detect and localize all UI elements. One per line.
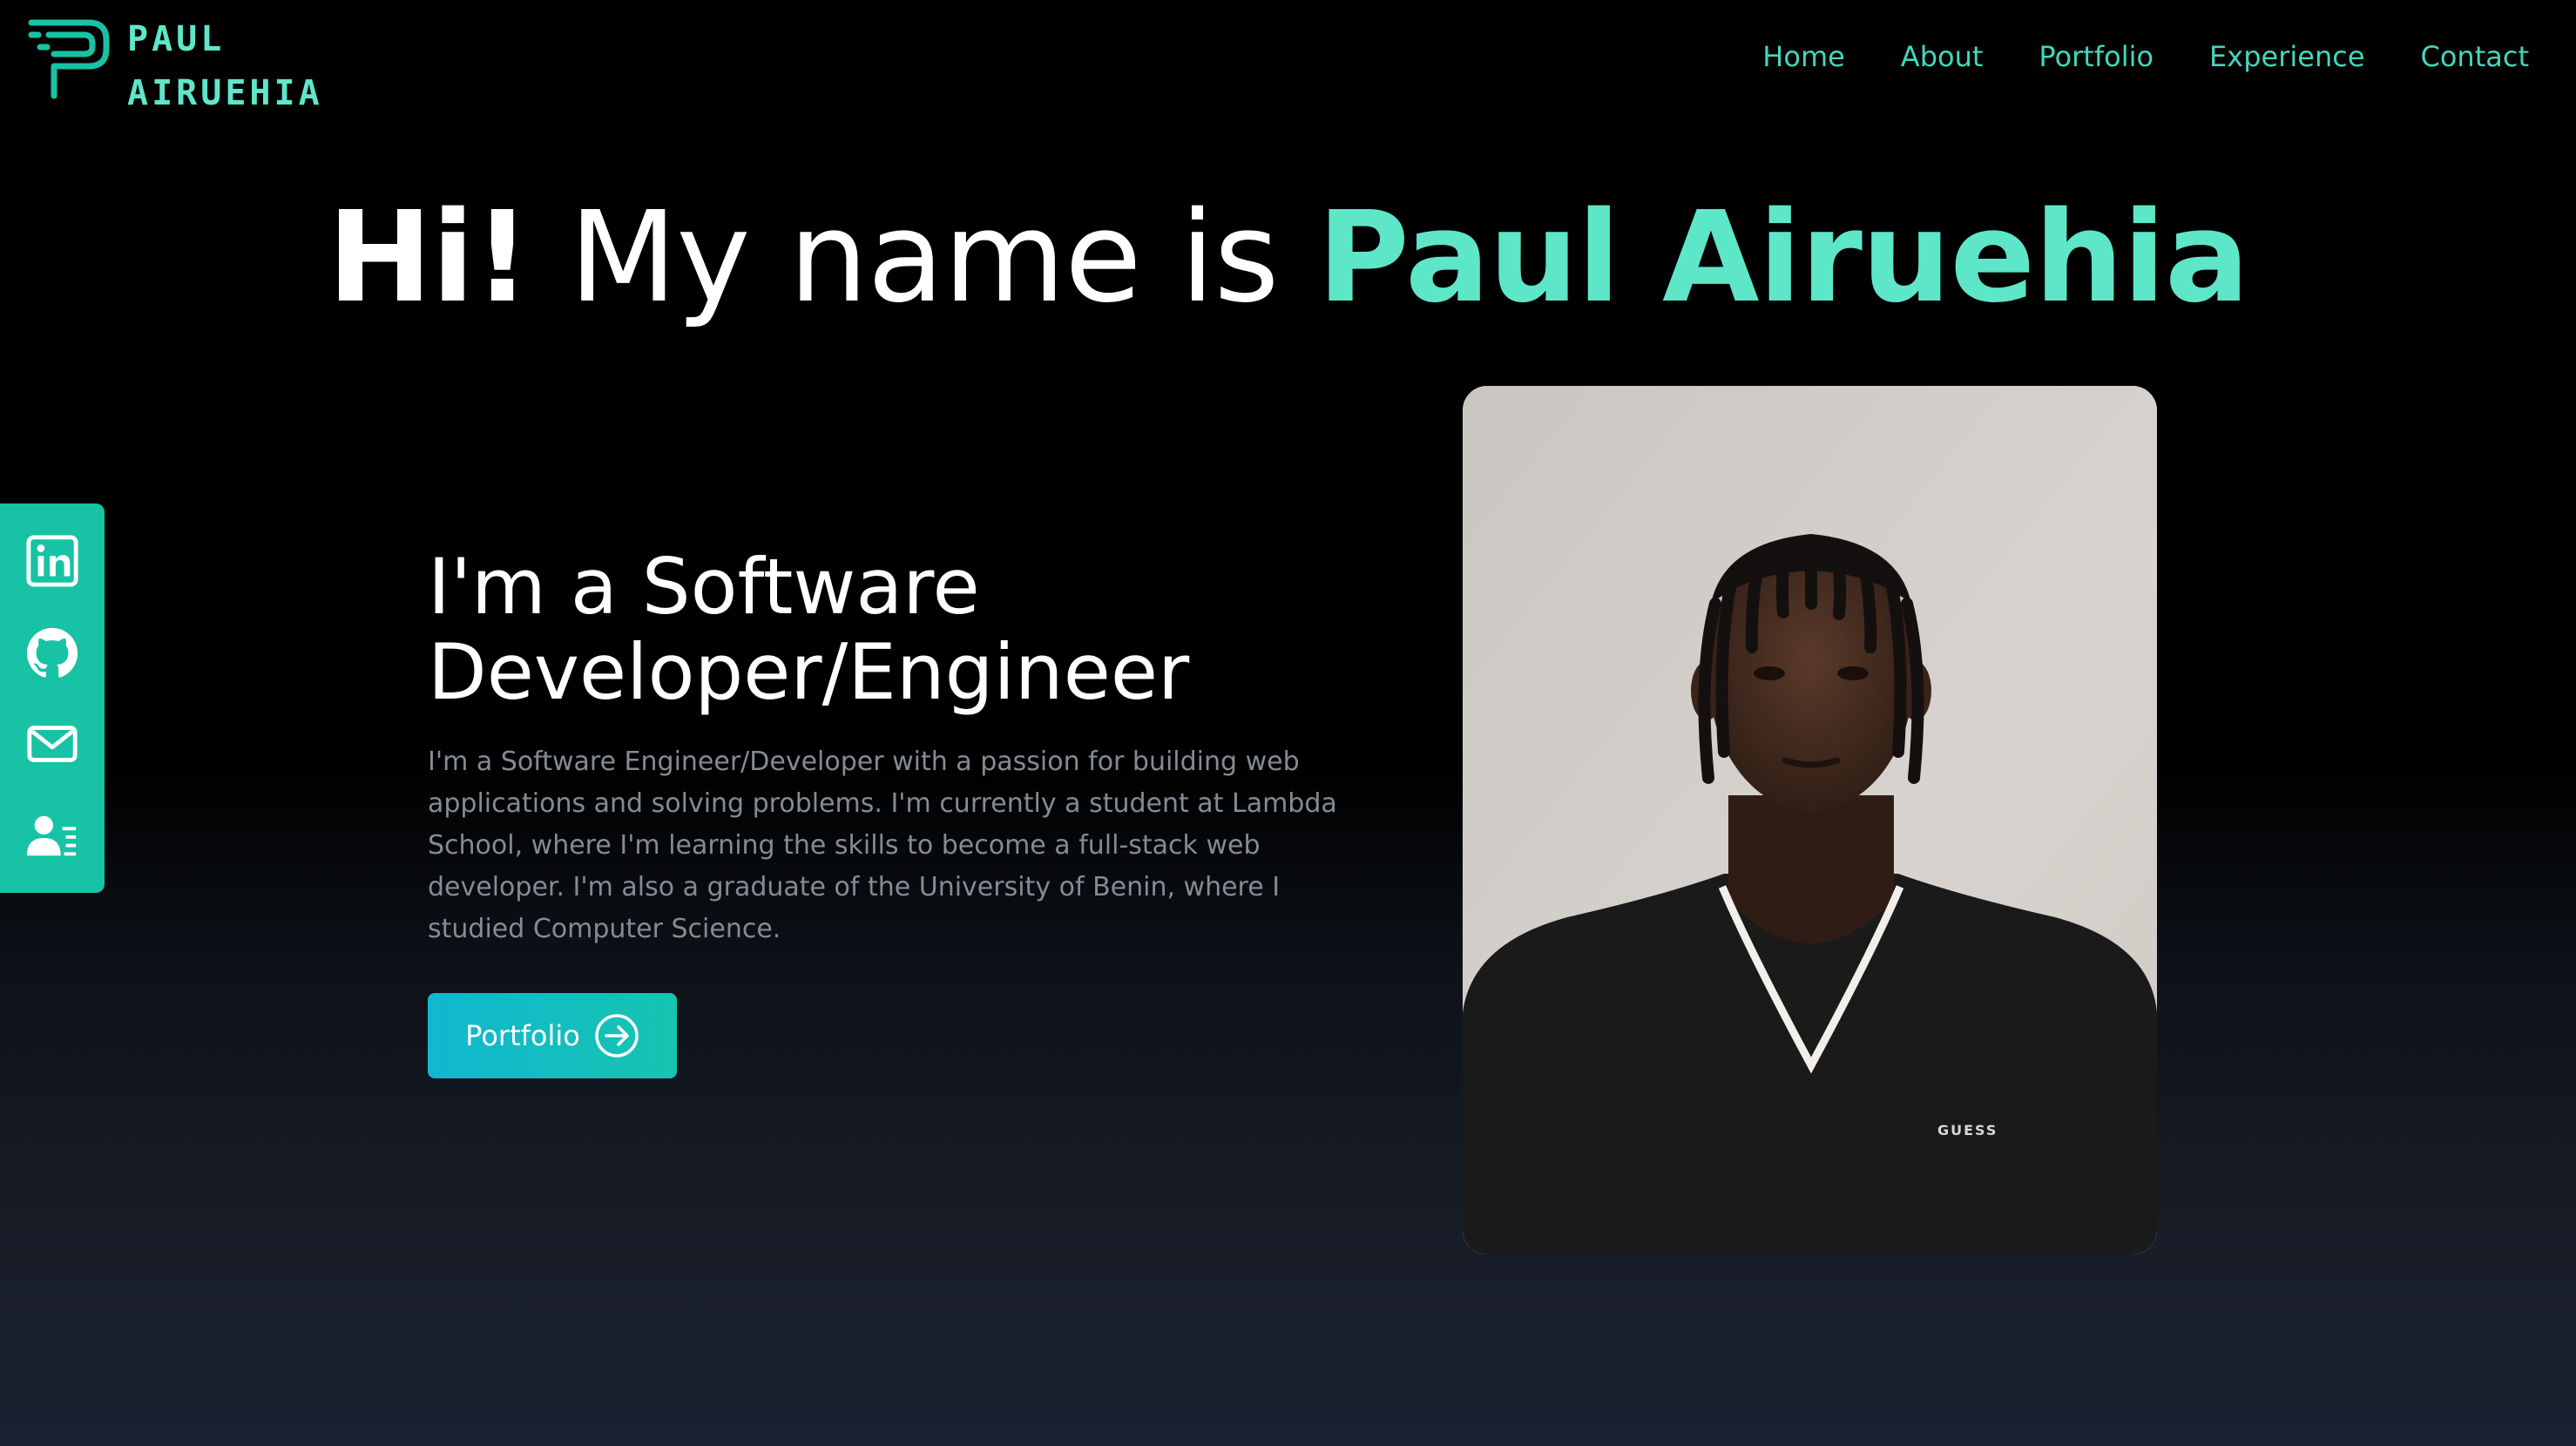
github-link[interactable] <box>25 625 79 679</box>
portrait-illustration: GUESS <box>1463 386 2157 1254</box>
nav-home[interactable]: Home <box>1762 35 1845 78</box>
nav-about[interactable]: About <box>1901 35 1984 78</box>
contact-card-icon <box>26 815 77 855</box>
linkedin-icon <box>26 535 78 587</box>
about-description: I'm a Software Engineer/Developer with a… <box>428 747 1337 944</box>
role-heading: I'm a Software Developer/Engineer <box>428 544 1351 715</box>
hero-intro-phrase: My name is <box>530 184 1318 330</box>
profile-photo: GUESS <box>1463 386 2157 1254</box>
brand-line-2: AIRUEHIA <box>127 73 323 113</box>
shirt-logo: GUESS <box>1937 1122 1998 1139</box>
github-icon <box>26 628 78 678</box>
main-nav: Home About Portfolio Experience Contact <box>1707 35 2529 78</box>
hero-name: Paul Airuehia <box>1317 184 2249 330</box>
arrow-right-circle-icon <box>595 1014 639 1057</box>
hero-title: Hi! My name is Paul Airuehia <box>0 183 2576 331</box>
linkedin-link[interactable] <box>25 534 79 588</box>
brand-name: PAUL AIRUEHIA <box>127 12 323 120</box>
portfolio-button-label: Portfolio <box>465 1019 580 1052</box>
nav-experience[interactable]: Experience <box>2209 35 2364 78</box>
nav-portfolio[interactable]: Portfolio <box>2038 35 2153 78</box>
role-heading-line-2: Developer/Engineer <box>428 627 1190 717</box>
portfolio-button[interactable]: Portfolio <box>428 993 677 1078</box>
brand-line-1: PAUL <box>127 19 226 59</box>
about-intro: I'm a Software Developer/Engineer I'm a … <box>428 544 1351 950</box>
site-header: PAUL AIRUEHIA Home About Portfolio Exper… <box>0 0 2576 122</box>
brand-logo[interactable]: PAUL AIRUEHIA <box>28 12 341 113</box>
logo-mark-icon <box>28 19 110 99</box>
resume-link[interactable] <box>25 808 79 862</box>
mail-icon <box>27 726 78 762</box>
nav-contact[interactable]: Contact <box>2421 35 2530 78</box>
social-sidebar <box>0 503 105 893</box>
email-link[interactable] <box>25 717 79 771</box>
hero-greeting: Hi! <box>327 184 531 330</box>
role-heading-line-1: I'm a Software <box>428 542 980 632</box>
